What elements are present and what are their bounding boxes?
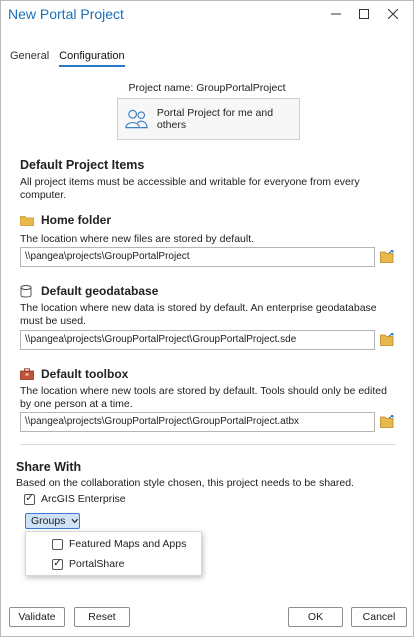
arcgis-enterprise-label: ArcGIS Enterprise — [41, 493, 126, 505]
project-type-button[interactable]: Portal Project for me and others — [117, 98, 300, 140]
portalshare-label: PortalShare — [69, 558, 125, 570]
featured-maps-checkbox[interactable] — [52, 538, 63, 550]
tab-general[interactable]: General — [10, 50, 49, 67]
validate-button[interactable]: Validate — [9, 607, 65, 627]
title-bar: New Portal Project — [1, 1, 413, 28]
toolbox-icon — [20, 368, 35, 381]
ok-button[interactable]: OK — [288, 607, 343, 627]
browse-folder-icon[interactable] — [380, 250, 396, 264]
share-with-heading: Share With — [16, 460, 82, 474]
toolbox-title: Default toolbox — [41, 367, 129, 381]
toolbox-path-input[interactable]: \\pangea\projects\GroupPortalProject\Gro… — [20, 412, 375, 432]
groups-dropdown-button[interactable]: Groups — [25, 513, 80, 529]
geodatabase-title: Default geodatabase — [41, 284, 159, 298]
home-folder-title: Home folder — [41, 213, 112, 227]
geodatabase-heading: Default geodatabase — [20, 284, 158, 298]
folder-icon — [20, 214, 35, 227]
project-type-label: Portal Project for me and others — [156, 107, 274, 131]
browse-folder-icon[interactable] — [380, 415, 396, 429]
toolbox-heading: Default toolbox — [20, 367, 128, 381]
chevron-down-icon — [71, 518, 79, 524]
default-items-description: All project items must be accessible and… — [20, 176, 360, 201]
tab-configuration[interactable]: Configuration — [59, 50, 125, 67]
portalshare-checkbox[interactable]: ✓ — [52, 558, 63, 570]
arcgis-enterprise-checkbox[interactable]: ✓ — [24, 493, 35, 505]
dialog-title: New Portal Project — [8, 6, 124, 22]
database-icon — [20, 284, 35, 298]
section-divider — [20, 444, 396, 445]
group-option-portalshare[interactable]: ✓ PortalShare — [52, 558, 124, 570]
tab-bar: General Configuration — [10, 50, 135, 67]
close-button[interactable] — [382, 4, 404, 24]
minimize-button[interactable] — [325, 4, 347, 24]
arcgis-enterprise-option[interactable]: ✓ ArcGIS Enterprise — [24, 493, 126, 505]
reset-button[interactable]: Reset — [74, 607, 130, 627]
featured-maps-label: Featured Maps and Apps — [69, 538, 187, 550]
home-folder-path-input[interactable]: \\pangea\projects\GroupPortalProject — [20, 247, 375, 267]
groups-dropdown-menu: Featured Maps and Apps ✓ PortalShare — [25, 531, 202, 576]
minimize-icon — [331, 13, 341, 15]
geodatabase-path-input[interactable]: \\pangea\projects\GroupPortalProject\Gro… — [20, 330, 375, 350]
home-folder-description: The location where new files are stored … — [20, 233, 255, 245]
group-option-featured[interactable]: Featured Maps and Apps — [52, 538, 186, 550]
groups-label: Groups — [31, 515, 66, 527]
toolbox-description: The location where new tools are stored … — [20, 385, 387, 410]
users-icon — [125, 109, 148, 129]
home-folder-heading: Home folder — [20, 213, 111, 227]
browse-folder-icon[interactable] — [380, 333, 396, 347]
maximize-button[interactable] — [353, 4, 375, 24]
new-portal-project-dialog: New Portal Project General Configuration… — [0, 0, 414, 637]
close-icon — [388, 9, 398, 19]
cancel-button[interactable]: Cancel — [351, 607, 407, 627]
maximize-icon — [359, 9, 369, 19]
geodatabase-description: The location where new data is stored by… — [20, 302, 377, 327]
share-with-description: Based on the collaboration style chosen,… — [16, 477, 354, 489]
project-name: Project name: GroupPortalProject — [128, 82, 286, 94]
default-items-heading: Default Project Items — [20, 158, 145, 172]
